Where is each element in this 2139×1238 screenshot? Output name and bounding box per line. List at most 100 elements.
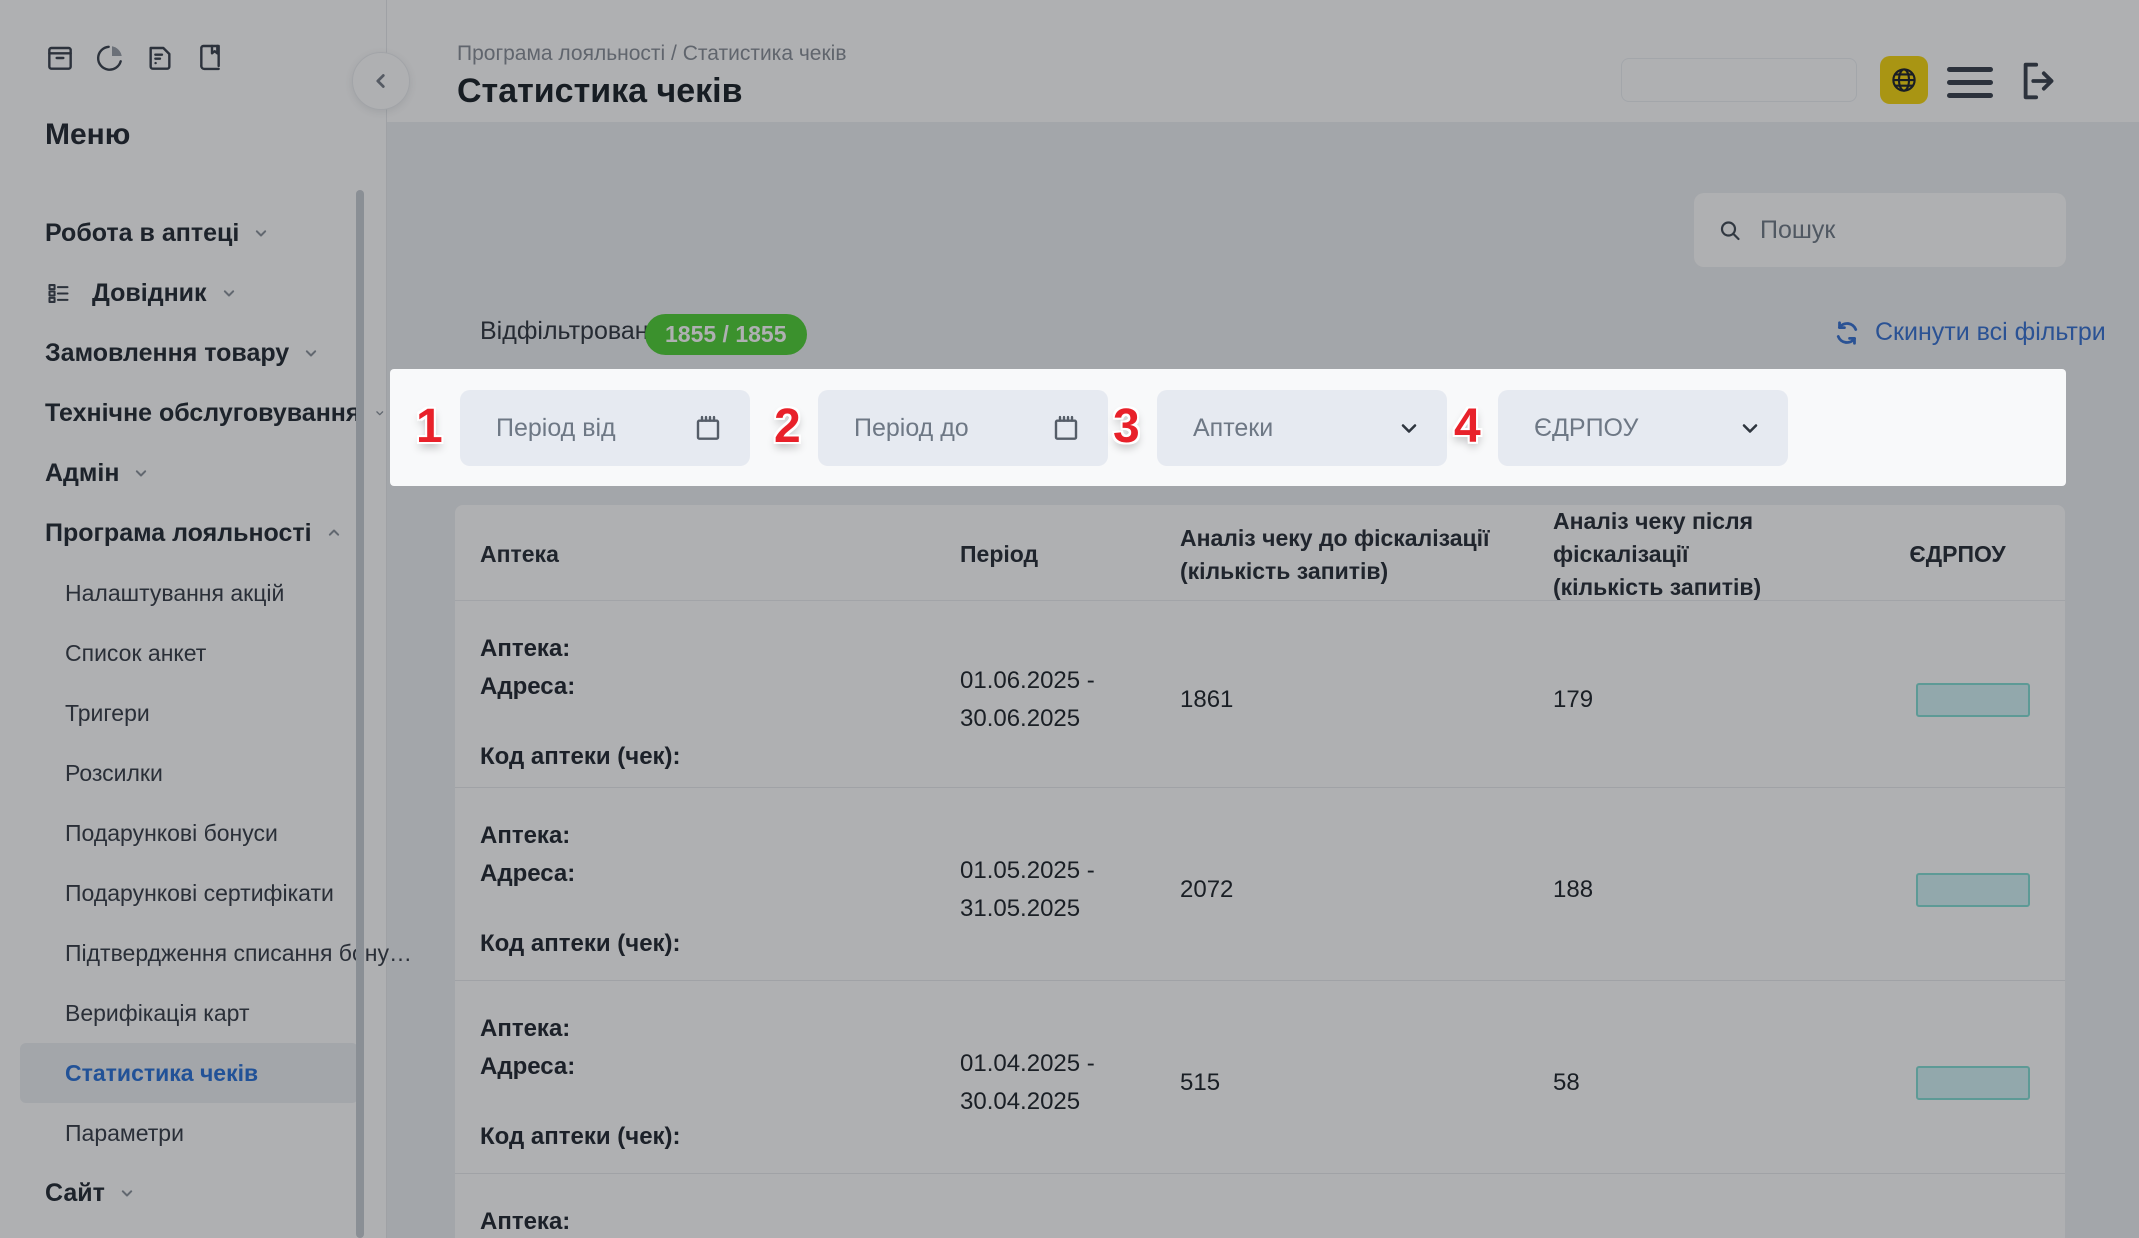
page-title: Статистика чеків	[457, 72, 743, 111]
logout-icon	[2017, 58, 2063, 104]
sidebar-item-podarunkovi-bonusy[interactable]: Подарункові бонуси	[0, 803, 386, 863]
chevron-down-icon	[373, 403, 387, 423]
table-row: Аптека: Адреса: Код аптеки (чек): 01.05.…	[455, 788, 2065, 981]
calendar-icon	[692, 412, 724, 444]
calendar-icon	[1050, 412, 1082, 444]
breadcrumb: Програма лояльності / Статистика чеків	[457, 42, 846, 66]
sidebar-item-sayt[interactable]: Сайт	[0, 1163, 386, 1223]
sidebar-nav: Робота в аптеці Довідник Замовлення това…	[0, 203, 386, 1223]
sidebar-item-parametry[interactable]: Параметри	[0, 1103, 386, 1163]
list-icon	[45, 280, 72, 307]
filters-spotlight-band: 1 2 3 4 Період від Період до Аптеки ЄДРП…	[390, 369, 2066, 486]
column-header-post-fiscal: Аналіз чеку після фіскалізації(кількість…	[1545, 505, 1850, 604]
sidebar-item-label: Робота в аптеці	[45, 219, 239, 248]
sidebar-item-prohrama-loyalnosti[interactable]: Програма лояльності	[0, 503, 386, 563]
sidebar-item-label: Адмін	[45, 459, 119, 488]
pre-fiscal-cell: 2072	[1180, 876, 1545, 904]
sidebar-item-label: Сайт	[45, 1179, 105, 1208]
pharmacy-cell: Аптека: Адреса:	[455, 1174, 960, 1238]
sidebar-item-veryfikatsiya-kart[interactable]: Верифікація карт	[0, 983, 386, 1043]
filter-label: ЄДРПОУ	[1534, 414, 1738, 443]
edrpou-cell	[1850, 873, 2065, 907]
table-row: Аптека: Адреса: Код аптеки (чек): 01.04.…	[455, 981, 2065, 1174]
chevron-down-icon	[1397, 416, 1421, 440]
search-input[interactable]	[1758, 215, 2042, 246]
filter-edrpou-select[interactable]: ЄДРПОУ	[1498, 390, 1788, 466]
reset-filters-label: Скинути всі фільтри	[1875, 318, 2106, 347]
sidebar-item-spysok-anket[interactable]: Список анкет	[0, 623, 386, 683]
post-fiscal-cell: 188	[1545, 876, 1850, 904]
chevron-down-icon	[219, 283, 239, 303]
search-box[interactable]	[1694, 193, 2066, 267]
edrpou-cell	[1850, 683, 2065, 717]
sidebar-item-tekhnichne-obsluhovuvannya[interactable]: Технічне обслуговування	[0, 383, 386, 443]
edrpou-redacted-value	[1916, 683, 2030, 717]
column-header-edrpou: ЄДРПОУ	[1850, 538, 2065, 571]
sidebar-item-label: Налаштування акцій	[65, 580, 284, 607]
sidebar-item-label: Верифікація карт	[65, 1000, 249, 1027]
step-marker-2: 2	[774, 399, 801, 454]
sidebar-item-label: Статистика чеків	[65, 1060, 258, 1087]
user-name-placeholder	[1621, 58, 1857, 102]
sidebar-item-label: Тригери	[65, 700, 150, 727]
post-fiscal-cell: 58	[1545, 1069, 1850, 1097]
sidebar-collapse-button[interactable]	[352, 52, 410, 110]
pie-chart-icon[interactable]	[94, 42, 126, 74]
statistics-table: Аптека Період Аналіз чеку до фіскалізаці…	[455, 505, 2065, 1238]
column-header-pharmacy: Аптека	[455, 538, 960, 571]
sidebar-item-podarunkovi-sertyfikaty[interactable]: Подарункові сертифікати	[0, 863, 386, 923]
filter-pharmacies-select[interactable]: Аптеки	[1157, 390, 1447, 466]
edrpou-redacted-value	[1916, 1066, 2030, 1100]
sidebar-item-zamovlennya-tovaru[interactable]: Замовлення товару	[0, 323, 386, 383]
pre-fiscal-cell: 515	[1180, 1069, 1545, 1097]
filtered-count-badge: 1855 / 1855	[645, 314, 807, 355]
column-header-period: Період	[960, 538, 1180, 571]
sidebar-item-label: Програма лояльності	[45, 519, 312, 548]
sidebar-item-label: Подарункові бонуси	[65, 820, 278, 847]
chevron-down-icon	[251, 223, 271, 243]
sidebar-item-statystyka-chekiv[interactable]: Статистика чеків	[20, 1043, 358, 1103]
reset-filters-link[interactable]: Скинути всі фільтри	[1833, 318, 2106, 347]
chevron-down-icon	[117, 1183, 137, 1203]
sidebar-item-robota-v-aptetsi[interactable]: Робота в аптеці	[0, 203, 386, 263]
sidebar-item-label: Замовлення товару	[45, 339, 289, 368]
edrpou-cell	[1850, 1066, 2065, 1100]
sidebar-item-admin[interactable]: Адмін	[0, 443, 386, 503]
archive-icon[interactable]	[44, 42, 76, 74]
pre-fiscal-cell: 1861	[1180, 686, 1545, 714]
sidebar-item-label: Довідник	[92, 279, 207, 308]
sidebar-item-label: Список анкет	[65, 640, 206, 667]
sidebar-item-nalashtuvannya-aktsiy[interactable]: Налаштування акцій	[0, 563, 386, 623]
book-icon[interactable]	[194, 42, 226, 74]
table-row: Аптека: Адреса:	[455, 1174, 2065, 1238]
sidebar-item-rozsylky[interactable]: Розсилки	[0, 743, 386, 803]
table-row: Аптека: Адреса: Код аптеки (чек): 01.06.…	[455, 601, 2065, 788]
document-icon[interactable]	[144, 42, 176, 74]
sidebar-item-tryhery[interactable]: Тригери	[0, 683, 386, 743]
sidebar-item-dovidnyk[interactable]: Довідник	[0, 263, 386, 323]
edrpou-redacted-value	[1916, 873, 2030, 907]
app-root: Меню Робота в аптеці Довідник Замовлення…	[0, 0, 2139, 1238]
hamburger-menu-icon[interactable]	[1947, 67, 1993, 98]
logout-button[interactable]	[2017, 58, 2063, 104]
language-button[interactable]	[1880, 56, 1928, 104]
filtered-label: Відфільтровані:	[480, 317, 661, 346]
pharmacy-cell: Аптека: Адреса: Код аптеки (чек):	[455, 788, 960, 968]
period-cell: 01.06.2025 -30.06.2025	[960, 662, 1180, 738]
step-marker-4: 4	[1454, 399, 1481, 454]
chevron-down-icon	[301, 343, 321, 363]
reset-icon	[1833, 319, 1861, 347]
sidebar-item-label: Подарункові сертифікати	[65, 880, 334, 907]
filter-label: Період від	[496, 414, 692, 443]
sidebar-scrollbar[interactable]	[356, 190, 364, 1238]
chevron-down-icon	[1738, 416, 1762, 440]
filter-period-from[interactable]: Період від	[460, 390, 750, 466]
filter-label: Аптеки	[1193, 414, 1397, 443]
filter-period-to[interactable]: Період до	[818, 390, 1108, 466]
filter-label: Період до	[854, 414, 1050, 443]
sidebar-menu-title: Меню	[45, 118, 130, 152]
period-cell: 01.04.2025 -30.04.2025	[960, 1045, 1180, 1121]
sidebar-item-pidtverdzhennya-spysannya[interactable]: Підтвердження списання бону…	[0, 923, 386, 983]
period-cell: 01.05.2025 -31.05.2025	[960, 852, 1180, 928]
globe-icon	[1889, 65, 1919, 95]
